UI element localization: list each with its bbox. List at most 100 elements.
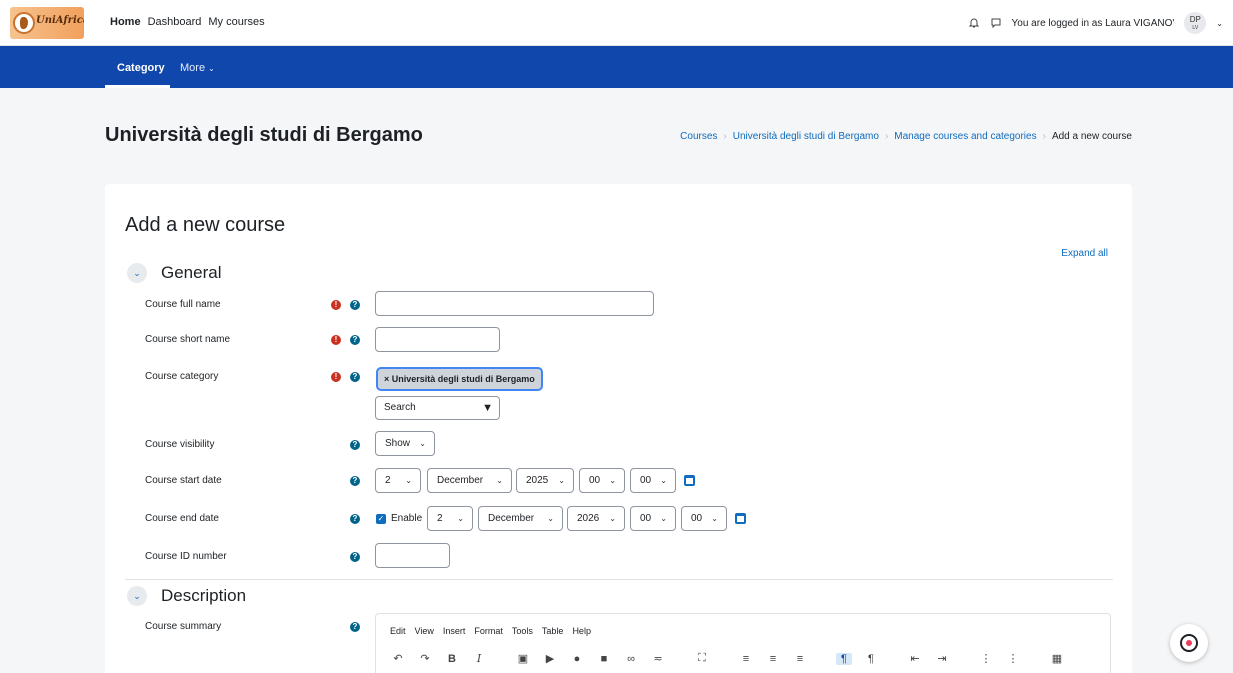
start-month-select[interactable]: December ⌄	[427, 468, 512, 493]
help-icon[interactable]: ?	[350, 335, 360, 345]
section-general-header[interactable]: ⌄ General	[127, 263, 221, 283]
fullscreen-icon[interactable]: ⛶	[694, 652, 710, 665]
help-icon[interactable]: ?	[350, 300, 360, 310]
numbered-list-icon[interactable]: ⋮	[1005, 652, 1021, 665]
menu-view[interactable]: View	[415, 626, 434, 636]
id-number-label: Course ID number	[145, 551, 227, 562]
ltr-icon[interactable]: ¶	[836, 652, 852, 665]
breadcrumb-manage[interactable]: Manage courses and categories	[894, 131, 1036, 142]
site-logo[interactable]: UniAfrica	[10, 7, 84, 39]
calendar-icon[interactable]	[684, 475, 695, 486]
end-month-value: December	[488, 513, 535, 524]
category-search-placeholder: Search	[384, 402, 416, 413]
nav-dashboard[interactable]: Dashboard	[148, 16, 202, 28]
bold-icon[interactable]: B	[444, 653, 460, 665]
bell-icon[interactable]	[968, 17, 980, 29]
id-number-input[interactable]	[375, 543, 450, 568]
breadcrumb-category[interactable]: Università degli studi di Bergamo	[733, 131, 879, 142]
menu-table[interactable]: Table	[542, 626, 564, 636]
section-general-title: General	[161, 263, 222, 282]
calendar-icon[interactable]	[735, 513, 746, 524]
tab-more[interactable]: More ⌄	[180, 62, 215, 74]
media-icon[interactable]: ▶	[542, 652, 558, 665]
category-chip[interactable]: × Università degli studi di Bergamo	[376, 367, 543, 391]
form-card: Add a new course Expand all ⌄ General Co…	[105, 184, 1132, 673]
nav-my-courses[interactable]: My courses	[208, 16, 264, 28]
logged-in-text: You are logged in as Laura VIGANO'	[1011, 17, 1175, 29]
chevron-down-icon[interactable]: ⌄	[127, 263, 147, 283]
primary-navigation: Home Dashboard My courses	[110, 16, 265, 28]
end-year-select[interactable]: 2026 ⌄	[567, 506, 625, 531]
help-icon[interactable]: ?	[350, 372, 360, 382]
indent-icon[interactable]: ⇥	[934, 652, 950, 665]
full-name-input[interactable]	[375, 291, 654, 316]
align-right-icon[interactable]: ≡	[792, 653, 808, 665]
menu-format[interactable]: Format	[474, 626, 503, 636]
chevron-down-icon: ⌄	[547, 514, 554, 523]
start-minute-select[interactable]: 00 ⌄	[630, 468, 676, 493]
help-assistant-button[interactable]	[1170, 624, 1208, 662]
short-name-input[interactable]	[375, 327, 500, 352]
calculator-icon[interactable]: ▦	[1049, 652, 1065, 665]
start-day-select[interactable]: 2 ⌄	[375, 468, 421, 493]
user-avatar[interactable]: DP LV	[1184, 12, 1207, 34]
chevron-down-icon: ⌄	[609, 476, 616, 485]
nav-home[interactable]: Home	[110, 16, 141, 28]
align-left-icon[interactable]: ≡	[738, 653, 754, 665]
menu-insert[interactable]: Insert	[443, 626, 466, 636]
summary-editor[interactable]: Edit View Insert Format Tools Table Help…	[375, 613, 1111, 673]
video-icon[interactable]: ■	[596, 653, 612, 665]
section-divider	[125, 579, 1113, 580]
end-month-select[interactable]: December ⌄	[478, 506, 563, 531]
start-date-label: Course start date	[145, 475, 222, 486]
end-minute-select[interactable]: 00 ⌄	[681, 506, 727, 531]
breadcrumb-courses[interactable]: Courses	[680, 131, 717, 142]
help-icon[interactable]: ?	[350, 622, 360, 632]
microphone-icon[interactable]: ●	[569, 653, 585, 665]
bullet-list-icon[interactable]: ⋮	[978, 652, 994, 665]
align-center-icon[interactable]: ≡	[765, 653, 781, 665]
menu-tools[interactable]: Tools	[512, 626, 533, 636]
rtl-icon[interactable]: ¶	[863, 653, 879, 665]
end-day-select[interactable]: 2 ⌄	[427, 506, 473, 531]
chevron-down-icon: ⌄	[558, 476, 565, 485]
italic-icon[interactable]: I	[471, 652, 487, 665]
chevron-down-icon: ⌄	[405, 476, 412, 485]
required-icon: !	[331, 300, 341, 310]
assistant-icon	[1180, 634, 1198, 652]
menu-help[interactable]: Help	[572, 626, 591, 636]
help-icon[interactable]: ?	[350, 440, 360, 450]
required-icon: !	[331, 372, 341, 382]
globe-icon	[13, 12, 35, 34]
full-name-label: Course full name	[145, 299, 221, 310]
unlink-icon[interactable]: ≂	[650, 652, 666, 665]
chevron-right-icon: ›	[1042, 131, 1046, 142]
end-year-value: 2026	[577, 513, 600, 524]
end-enable-checkbox[interactable]: ✓	[376, 514, 386, 524]
chevron-down-icon[interactable]: ⌄	[1216, 19, 1223, 28]
undo-icon[interactable]: ↶	[390, 652, 406, 665]
visibility-select[interactable]: Show ⌄	[375, 431, 435, 456]
image-icon[interactable]: ▣	[515, 652, 531, 665]
expand-all-link[interactable]: Expand all	[1061, 248, 1108, 259]
avatar-sub: LV	[1192, 25, 1199, 31]
outdent-icon[interactable]: ⇤	[907, 652, 923, 665]
tab-more-label: More	[180, 62, 206, 74]
menu-edit[interactable]: Edit	[390, 626, 406, 636]
chevron-down-icon[interactable]: ⌄	[127, 586, 147, 606]
triangle-down-icon: ▼	[482, 402, 493, 414]
end-minute-value: 00	[691, 513, 703, 524]
category-search-select[interactable]: Search ▼	[375, 396, 500, 420]
help-icon[interactable]: ?	[350, 552, 360, 562]
start-hour-select[interactable]: 00 ⌄	[579, 468, 625, 493]
help-icon[interactable]: ?	[350, 476, 360, 486]
link-icon[interactable]: ∞	[623, 653, 639, 665]
end-hour-select[interactable]: 00 ⌄	[630, 506, 676, 531]
visibility-value: Show	[385, 438, 411, 449]
tab-category[interactable]: Category	[117, 62, 165, 74]
redo-icon[interactable]: ↷	[417, 652, 433, 665]
message-icon[interactable]	[990, 17, 1002, 29]
help-icon[interactable]: ?	[350, 514, 360, 524]
start-year-select[interactable]: 2025 ⌄	[516, 468, 574, 493]
section-description-header[interactable]: ⌄ Description	[127, 586, 246, 606]
